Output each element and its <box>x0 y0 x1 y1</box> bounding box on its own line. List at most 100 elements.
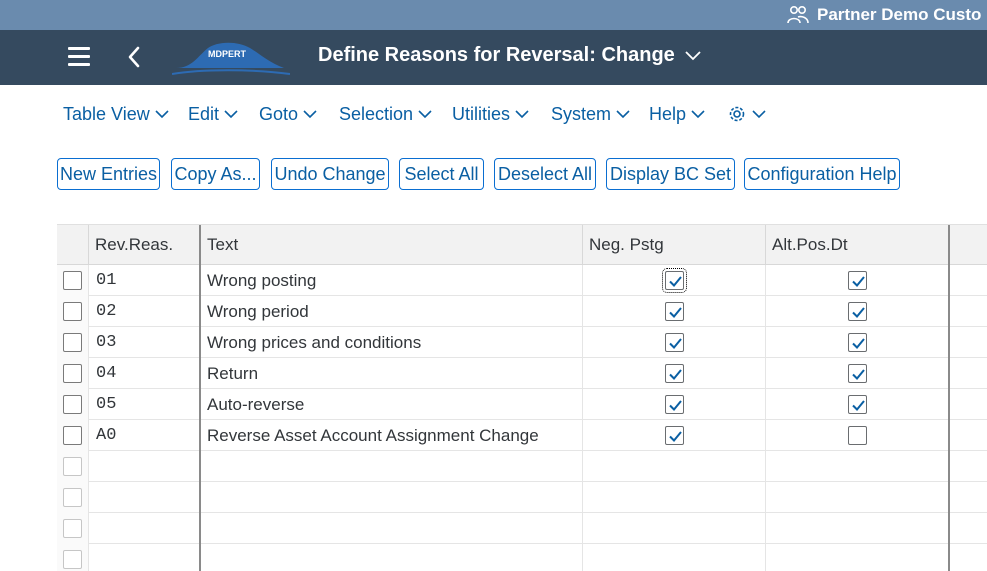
row-selector[interactable] <box>63 302 82 321</box>
checkmark-icon <box>668 276 682 287</box>
text-cell[interactable] <box>201 544 583 571</box>
menu-selection[interactable]: Selection <box>339 104 432 125</box>
neg-pstg-checkbox[interactable] <box>664 302 684 321</box>
rev-reas-cell[interactable]: 01 <box>89 265 201 296</box>
chevron-down-icon <box>515 110 529 119</box>
neg-pstg-checkbox[interactable] <box>661 268 687 293</box>
neg-pstg-checkbox[interactable] <box>664 395 684 414</box>
checkmark-icon <box>668 307 682 318</box>
table-row[interactable]: 02 Wrong period <box>57 296 987 327</box>
row-selector-cell <box>57 265 89 296</box>
row-selector[interactable] <box>63 271 82 290</box>
rev-reas-cell[interactable]: A0 <box>89 420 201 451</box>
settings-menu[interactable] <box>727 104 766 124</box>
text-cell[interactable] <box>201 482 583 513</box>
table-row[interactable] <box>57 451 987 482</box>
chevron-down-icon <box>155 110 169 119</box>
menu-table-view[interactable]: Table View <box>63 104 169 125</box>
select-all-button[interactable]: Select All <box>399 158 484 190</box>
row-selector[interactable] <box>63 426 82 445</box>
text-cell[interactable] <box>201 513 583 544</box>
table-row[interactable]: 05 Auto-reverse <box>57 389 987 420</box>
neg-pstg-checkbox[interactable] <box>664 426 684 445</box>
table-row[interactable]: A0 Reverse Asset Account Assignment Chang… <box>57 420 987 451</box>
alt-pos-dt-cell <box>766 389 950 420</box>
logo-text: MDPERT <box>208 49 247 59</box>
table-row[interactable] <box>57 513 987 544</box>
menu-goto[interactable]: Goto <box>259 104 317 125</box>
user-name: Partner Demo Custo <box>817 5 982 24</box>
menu-bar: Table View Edit Goto Selection Utilities… <box>0 100 987 130</box>
row-selector-cell <box>57 389 89 420</box>
chevron-down-icon <box>418 110 432 119</box>
table-row[interactable]: 01 Wrong posting <box>57 265 987 296</box>
menu-label: Utilities <box>452 104 511 124</box>
table-header: Rev.Reas. Text Neg. Pstg Alt.Pos.Dt <box>57 224 987 265</box>
row-selector[interactable] <box>63 550 82 569</box>
alt-pos-dt-checkbox[interactable] <box>847 364 867 383</box>
table-row[interactable]: 03 Wrong prices and conditions <box>57 327 987 358</box>
rev-reas-cell[interactable]: 03 <box>89 327 201 358</box>
table-row[interactable] <box>57 544 987 571</box>
row-selector[interactable] <box>63 364 82 383</box>
display-bc-set-button[interactable]: Display BC Set <box>606 158 735 190</box>
alt-pos-dt-checkbox[interactable] <box>847 426 867 445</box>
table-row[interactable]: 04 Return <box>57 358 987 389</box>
copy-as-button[interactable]: Copy As... <box>171 158 260 190</box>
chevron-down-icon <box>685 50 701 60</box>
column-header-text[interactable]: Text <box>201 225 583 265</box>
text-cell[interactable] <box>201 451 583 482</box>
deselect-all-button[interactable]: Deselect All <box>494 158 596 190</box>
menu-utilities[interactable]: Utilities <box>452 104 529 125</box>
neg-pstg-checkbox[interactable] <box>664 333 684 352</box>
company-logo[interactable]: MDPERT <box>172 38 290 78</box>
undo-change-button[interactable]: Undo Change <box>271 158 389 190</box>
text-cell[interactable]: Auto-reverse <box>201 389 583 420</box>
row-selector[interactable] <box>63 457 82 476</box>
rev-reas-cell[interactable] <box>89 513 201 544</box>
rev-reas-cell[interactable]: 05 <box>89 389 201 420</box>
alt-pos-dt-cell <box>766 358 950 389</box>
row-selector[interactable] <box>63 333 82 352</box>
shell-bar: MDPERT Define Reasons for Reversal: Chan… <box>0 30 987 85</box>
text-cell[interactable]: Return <box>201 358 583 389</box>
row-selector[interactable] <box>63 395 82 414</box>
alt-pos-dt-checkbox[interactable] <box>847 333 867 352</box>
alt-pos-dt-cell <box>766 296 950 327</box>
checkmark-icon <box>851 307 865 318</box>
app-title[interactable]: Define Reasons for Reversal: Change <box>318 44 701 67</box>
row-selector[interactable] <box>63 488 82 507</box>
user-menu[interactable]: Partner Demo Custo <box>787 4 981 26</box>
text-cell[interactable]: Wrong period <box>201 296 583 327</box>
column-header-alt-pos-dt[interactable]: Alt.Pos.Dt <box>766 225 950 265</box>
text-cell[interactable]: Wrong posting <box>201 265 583 296</box>
menu-icon[interactable] <box>68 47 90 67</box>
row-selector-cell <box>57 482 89 513</box>
menu-help[interactable]: Help <box>649 104 705 125</box>
rev-reas-cell[interactable] <box>89 451 201 482</box>
text-cell[interactable]: Wrong prices and conditions <box>201 327 583 358</box>
column-header-neg-pstg[interactable]: Neg. Pstg <box>583 225 766 265</box>
menu-system[interactable]: System <box>551 104 630 125</box>
menu-label: System <box>551 104 612 124</box>
new-entries-button[interactable]: New Entries <box>57 158 160 190</box>
rev-reas-cell[interactable]: 04 <box>89 358 201 389</box>
alt-pos-dt-checkbox[interactable] <box>847 395 867 414</box>
alt-pos-dt-checkbox[interactable] <box>847 271 867 290</box>
row-selector-cell <box>57 451 89 482</box>
alt-pos-dt-checkbox[interactable] <box>847 302 867 321</box>
row-selector[interactable] <box>63 519 82 538</box>
column-header-rev-reas[interactable]: Rev.Reas. <box>89 225 201 265</box>
text-cell[interactable]: Reverse Asset Account Assignment Change <box>201 420 583 451</box>
rev-reas-cell[interactable] <box>89 482 201 513</box>
back-icon[interactable] <box>124 45 144 69</box>
rev-reas-cell[interactable]: 02 <box>89 296 201 327</box>
select-all-header[interactable] <box>57 225 89 265</box>
configuration-help-button[interactable]: Configuration Help <box>744 158 900 190</box>
neg-pstg-cell <box>583 544 766 571</box>
table-row[interactable] <box>57 482 987 513</box>
chevron-down-icon <box>752 109 766 118</box>
rev-reas-cell[interactable] <box>89 544 201 571</box>
menu-edit[interactable]: Edit <box>188 104 238 125</box>
neg-pstg-checkbox[interactable] <box>664 364 684 383</box>
